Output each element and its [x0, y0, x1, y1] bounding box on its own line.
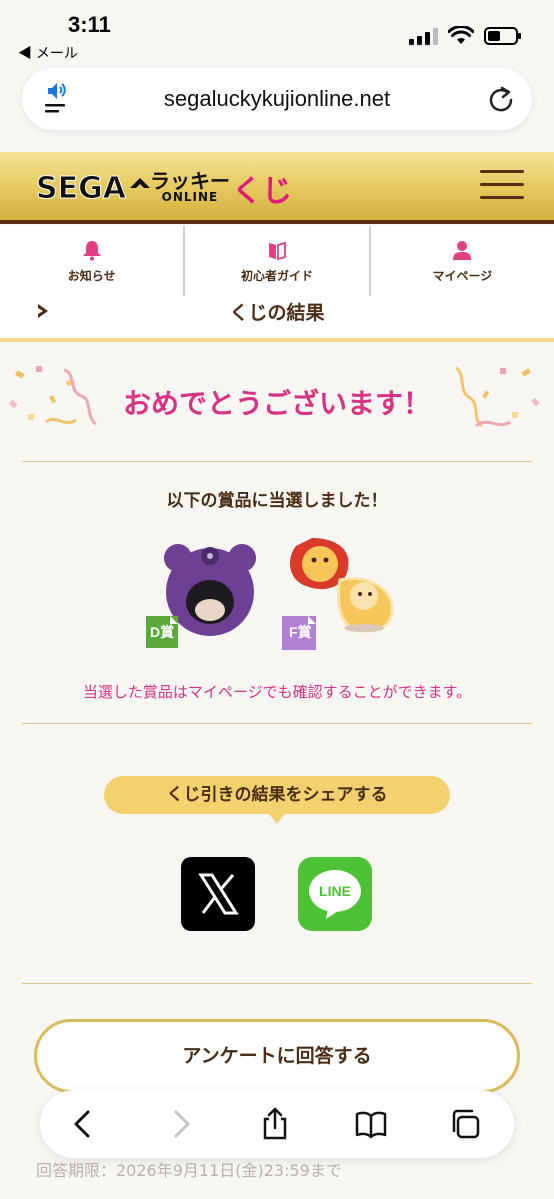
- congrats-heading: おめでとうございます！: [122, 387, 431, 420]
- battery-icon: [484, 27, 521, 45]
- reload-icon[interactable]: [486, 84, 516, 114]
- prize-badge-d: D賞: [150, 624, 175, 640]
- survey-deadline: 回答期限：2026年9月11日(金)23:59まで: [36, 1161, 342, 1180]
- browser-toolbar: [40, 1090, 514, 1158]
- nav-item-label: お知らせ: [67, 268, 116, 283]
- prize-badge-f: F賞: [289, 624, 312, 640]
- site-logo[interactable]: SEGA ラッキー ONLINE くじ: [36, 168, 292, 209]
- back-arrow-icon[interactable]: [66, 1107, 100, 1141]
- divider: [22, 461, 532, 462]
- bookmarks-icon[interactable]: [354, 1107, 388, 1141]
- status-icons: [409, 26, 521, 46]
- nav-item-label: 初心者ガイド: [240, 268, 313, 283]
- won-heading: 以下の賞品に当選しました！: [166, 491, 388, 511]
- line-logo-text: LINE: [319, 883, 351, 899]
- address-bar[interactable]: segaluckykujionline.net: [22, 68, 532, 130]
- status-bar: 3:11 ◀ メール: [0, 0, 554, 64]
- logo-online: ONLINE: [161, 190, 219, 204]
- site-header: SEGA ラッキー ONLINE くじ: [0, 152, 554, 224]
- person-icon: [453, 240, 472, 260]
- survey-button[interactable]: アンケートに回答する: [34, 1019, 520, 1093]
- hamburger-menu-button[interactable]: [480, 170, 524, 202]
- logo-diamond-icon: [130, 178, 150, 188]
- nav-item-news[interactable]: お知らせ: [0, 226, 186, 296]
- share-x-button[interactable]: [181, 857, 255, 931]
- share-line-button[interactable]: LINE: [298, 857, 372, 931]
- section-header: くじの結果: [0, 296, 554, 342]
- nav-item-label: マイページ: [432, 268, 493, 283]
- section-title: くじの結果: [229, 302, 325, 324]
- nav-item-guide[interactable]: 初心者ガイド: [185, 226, 371, 296]
- divider: [22, 983, 532, 984]
- logo-lucky: ラッキー: [149, 169, 230, 193]
- share-label: くじ引きの結果をシェアする: [104, 776, 450, 824]
- nav-item-mypage[interactable]: マイページ: [371, 226, 554, 296]
- share-icon[interactable]: [258, 1107, 292, 1141]
- x-logo-icon: [198, 873, 239, 915]
- forward-arrow-icon[interactable]: [164, 1107, 198, 1141]
- back-to-mail-link[interactable]: ◀ メール: [18, 43, 78, 63]
- mypage-note: 当選した賞品はマイページでも確認することができます。: [82, 683, 472, 701]
- clock: 3:11: [68, 12, 111, 37]
- wifi-icon: [448, 26, 474, 44]
- bell-icon: [82, 240, 101, 260]
- logo-kuji: くじ: [231, 174, 292, 209]
- tabs-icon[interactable]: [448, 1107, 482, 1141]
- main-nav: お知らせ 初心者ガイド マイページ: [0, 226, 554, 298]
- logo-sega: SEGA: [36, 170, 127, 206]
- book-icon: [268, 241, 286, 260]
- cellular-signal-icon: [409, 27, 438, 45]
- divider: [22, 723, 532, 724]
- url-text[interactable]: segaluckykujionline.net: [22, 86, 532, 112]
